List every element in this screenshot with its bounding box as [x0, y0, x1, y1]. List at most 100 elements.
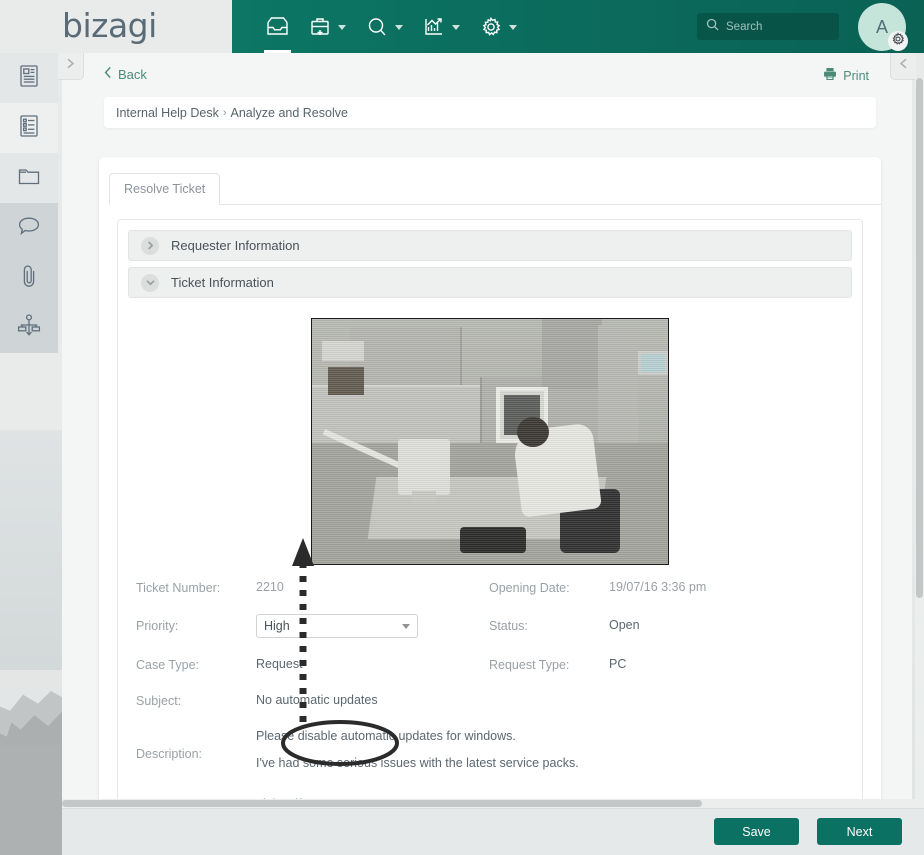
- field-label: Subject:: [136, 694, 182, 708]
- field-value: No automatic updates: [256, 693, 378, 707]
- field-value: Open: [609, 618, 640, 632]
- nav-item-new-case[interactable]: [299, 0, 356, 53]
- field-value: PC: [609, 657, 627, 671]
- field-value-line-1: Please disable automatic updates for win…: [256, 729, 516, 743]
- form-panel: Requester Information Ticket Information: [117, 219, 863, 829]
- field-request-type: Request Type: PC: [489, 656, 842, 673]
- back-button[interactable]: Back: [104, 66, 147, 82]
- form-footer: Save Next: [62, 808, 924, 855]
- case-work-area: Back Print Internal Help Desk › Analyze …: [62, 53, 912, 847]
- field-ticket-number: Ticket Number: 2210: [136, 579, 489, 596]
- field-opening-date: Opening Date: 19/07/16 3:36 pm: [489, 579, 842, 596]
- list-document-icon: [18, 114, 40, 143]
- nav-item-admin[interactable]: [470, 0, 527, 53]
- field-label: Description:: [136, 747, 202, 761]
- field-case-type: Case Type: Request: [136, 656, 489, 673]
- vertical-scrollbar[interactable]: [915, 78, 924, 808]
- avatar-settings-badge[interactable]: [888, 31, 908, 51]
- chevron-left-icon: [898, 57, 909, 75]
- next-button[interactable]: Next: [817, 818, 902, 845]
- search-icon: [706, 18, 719, 36]
- field-row: Ticket Number: 2210 Opening Date: 19/07/…: [136, 579, 842, 596]
- right-panel-collapse-handle[interactable]: [890, 53, 916, 80]
- form-card: Resolve Ticket Requester Information Tic…: [99, 157, 881, 847]
- field-value: 2210: [256, 580, 284, 594]
- breadcrumb-root[interactable]: Internal Help Desk: [116, 106, 219, 120]
- breadcrumb-separator: ›: [222, 106, 227, 119]
- horizontal-scrollbar-thumb[interactable]: [62, 800, 702, 807]
- accordion-requester-information[interactable]: Requester Information: [128, 230, 852, 261]
- field-label: Case Type:: [136, 658, 200, 672]
- gear-icon: [480, 16, 502, 38]
- chevron-down-icon: [402, 623, 410, 629]
- field-label: Opening Date:: [489, 581, 570, 595]
- print-button[interactable]: Print: [823, 67, 869, 84]
- chevron-left-icon: [104, 66, 112, 82]
- chevron-right-icon: [141, 236, 159, 255]
- field-priority: Priority: High: [136, 614, 489, 638]
- chart-trend-icon: [423, 16, 445, 38]
- sidebar-item-attachments[interactable]: [0, 253, 58, 303]
- sidebar-item-documents[interactable]: [0, 153, 58, 203]
- search-input[interactable]: Search: [726, 21, 762, 33]
- logo-area: bizagi: [0, 0, 232, 53]
- sidebar-item-comments[interactable]: [0, 203, 58, 253]
- nav-item-analytics[interactable]: [413, 0, 470, 53]
- breadcrumb-current: Analyze and Resolve: [230, 105, 348, 120]
- nav-item-inbox[interactable]: [256, 0, 299, 53]
- sidebar-item-process[interactable]: [0, 303, 58, 353]
- tab-resolve-ticket[interactable]: Resolve Ticket: [109, 173, 221, 205]
- field-row: Case Type: Request Request Type: PC: [136, 656, 842, 673]
- tab-label: Resolve Ticket: [124, 182, 206, 196]
- field-label: Status:: [489, 619, 528, 633]
- field-row: Description: Please disable automatic up…: [136, 728, 842, 772]
- nav-icon-group: [256, 0, 527, 53]
- chevron-down-icon: [509, 25, 517, 30]
- chevron-down-icon: [395, 25, 403, 30]
- magnifier-icon: [366, 16, 388, 38]
- chevron-down-icon: [338, 25, 346, 30]
- field-row: Subject: No automatic updates: [136, 692, 842, 709]
- back-label: Back: [118, 66, 147, 82]
- global-search[interactable]: Search: [697, 13, 839, 40]
- save-button[interactable]: Save: [714, 818, 799, 845]
- print-label: Print: [843, 68, 869, 83]
- field-label: Request Type:: [489, 658, 570, 672]
- field-description: Description: Please disable automatic up…: [136, 728, 842, 772]
- briefcase-plus-icon: [309, 16, 331, 38]
- office-cubicle-surveillance-image: [312, 319, 668, 564]
- sidebar-item-summary[interactable]: [0, 53, 58, 103]
- nav-bar-background: Search A: [232, 0, 924, 53]
- inbox-icon: [266, 16, 289, 37]
- sidebar-item-forms[interactable]: [0, 103, 58, 153]
- id-card-document-icon: [18, 64, 40, 93]
- priority-select[interactable]: High: [256, 614, 418, 638]
- nav-item-search[interactable]: [356, 0, 413, 53]
- accordion-ticket-information[interactable]: Ticket Information: [128, 267, 852, 298]
- horizontal-scrollbar[interactable]: [62, 799, 915, 808]
- ticket-fields: Ticket Number: 2210 Opening Date: 19/07/…: [130, 579, 850, 813]
- action-row: Back Print: [62, 53, 912, 97]
- avatar-initial: A: [875, 16, 888, 37]
- attachment-preview[interactable]: [311, 318, 669, 565]
- field-value: Request: [256, 657, 303, 671]
- process-diagram-icon: [16, 313, 42, 344]
- field-row: Priority: High Status: Open: [136, 614, 842, 638]
- gear-icon: [891, 31, 905, 51]
- printer-icon: [823, 67, 837, 84]
- chevron-right-icon: [65, 57, 76, 75]
- comment-bubble-icon: [17, 215, 41, 242]
- field-status: Status: Open: [489, 614, 842, 638]
- priority-selected-value: High: [264, 619, 290, 633]
- accordion-label: Ticket Information: [171, 275, 274, 290]
- vertical-scrollbar-thumb[interactable]: [916, 78, 923, 598]
- paperclip-icon: [19, 263, 39, 294]
- breadcrumb: Internal Help Desk › Analyze and Resolve: [104, 97, 876, 128]
- field-label: Priority:: [136, 619, 179, 633]
- field-value-group: Please disable automatic updates for win…: [256, 728, 579, 772]
- field-subject: Subject: No automatic updates: [136, 692, 842, 709]
- bizagi-logo: bizagi: [62, 6, 157, 45]
- field-label: Ticket Number:: [136, 581, 221, 595]
- folder-icon: [17, 165, 41, 192]
- sidebar-expand-handle[interactable]: [58, 53, 84, 80]
